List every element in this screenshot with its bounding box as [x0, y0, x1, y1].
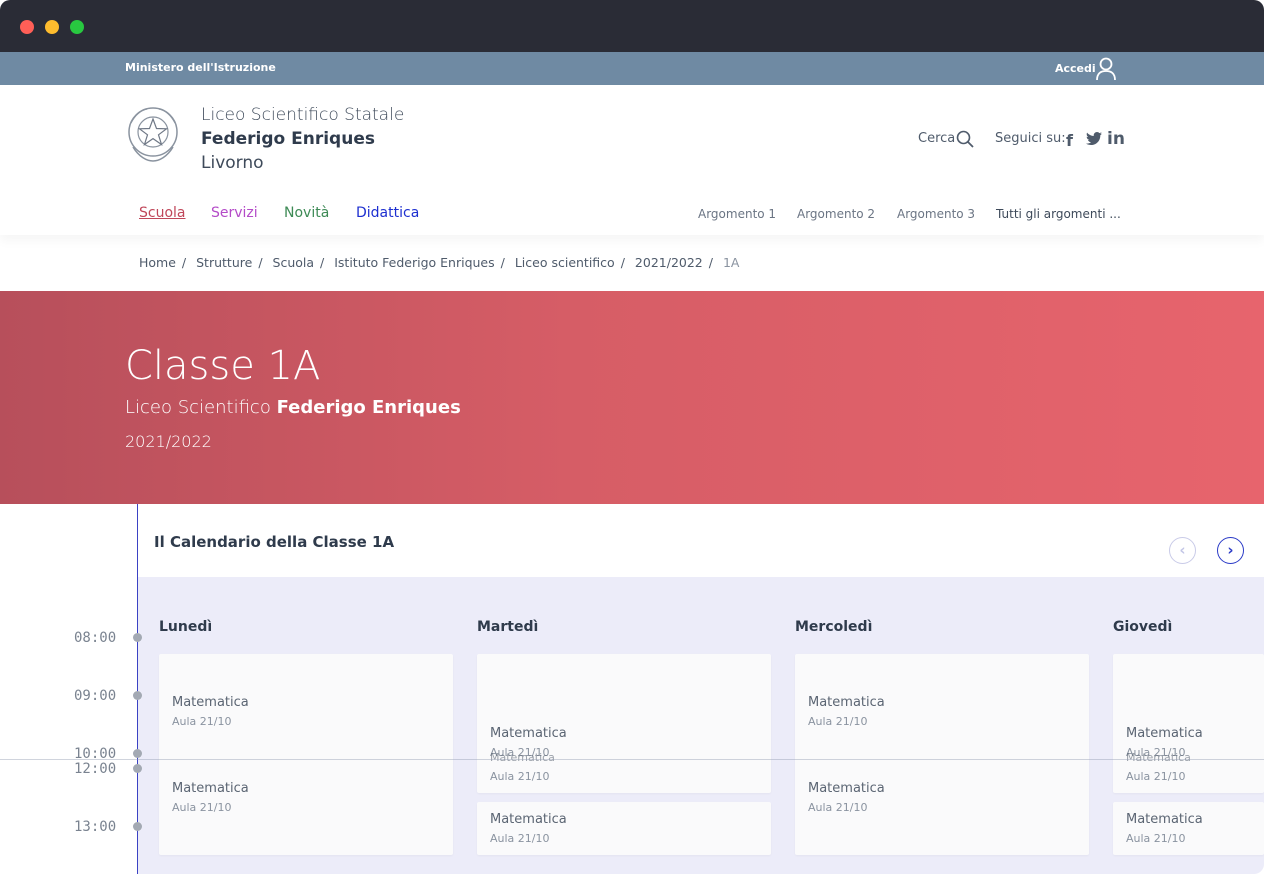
- lesson-subject: Matematica: [1126, 812, 1203, 827]
- day-tuesday: Martedì: [477, 619, 539, 635]
- topic-link-2[interactable]: Argomento 2: [797, 207, 875, 221]
- time-dot: [133, 764, 142, 773]
- lesson-subject: Matematica: [1126, 726, 1203, 741]
- topic-link-1[interactable]: Argomento 1: [698, 207, 776, 221]
- breadcrumb-liceo[interactable]: Liceo scientifico: [515, 255, 615, 270]
- time-dot: [133, 822, 142, 831]
- school-name[interactable]: Federigo Enriques: [201, 129, 375, 149]
- breadcrumb: Home / Strutture / Scuola / Istituto Federi…: [139, 255, 740, 270]
- lesson-card[interactable]: Matematica Aula 21/10: [1113, 802, 1264, 855]
- hero-subtitle-plain: Liceo Scientifico: [125, 397, 277, 418]
- lesson-card[interactable]: Matematica Aula 21/10 Matematica Aula 21…: [795, 654, 1089, 855]
- republic-emblem-icon: [128, 107, 178, 162]
- calendar-next-button[interactable]: ›: [1217, 537, 1244, 564]
- lesson-subject: Matematica: [808, 695, 885, 710]
- school-line-1[interactable]: Liceo Scientifico Statale: [201, 105, 404, 125]
- top-bar: Ministero dell'Istruzione Accedi: [0, 52, 1264, 85]
- follow-label: Seguici su:: [995, 131, 1066, 146]
- lesson-subject: Matematica: [490, 726, 567, 741]
- time-0900: 09:00: [74, 688, 117, 704]
- lesson-subject: Matematica: [490, 812, 567, 827]
- lesson-room: Aula 21/10: [808, 801, 868, 814]
- chevron-right-icon: ›: [1227, 541, 1234, 559]
- ministry-link[interactable]: Ministero dell'Istruzione: [125, 61, 276, 74]
- nav-servizi[interactable]: Servizi: [211, 205, 258, 221]
- calendar-prev-button[interactable]: ‹: [1169, 537, 1196, 564]
- browser-window: Ministero dell'Istruzione Accedi Liceo S…: [0, 0, 1264, 874]
- breadcrumb-current: 1A: [722, 255, 740, 270]
- search-icon[interactable]: [956, 130, 974, 148]
- twitter-icon[interactable]: [1085, 130, 1103, 148]
- hero-subtitle: Liceo Scientifico Federigo Enriques: [125, 397, 461, 418]
- lesson-room: Aula 21/10: [172, 801, 232, 814]
- all-topics-link[interactable]: Tutti gli argomenti ...: [996, 207, 1121, 221]
- breadcrumb-strutture[interactable]: Strutture: [196, 255, 252, 270]
- calendar-title: Il Calendario della Classe 1A: [154, 533, 395, 551]
- search-label[interactable]: Cerca: [918, 131, 955, 146]
- linkedin-icon[interactable]: in: [1107, 129, 1125, 149]
- breadcrumb-istituto[interactable]: Istituto Federigo Enriques: [334, 255, 494, 270]
- hero-banner: Classe 1A Liceo Scientifico Federigo Enr…: [0, 291, 1264, 504]
- time-0800: 08:00: [74, 630, 117, 646]
- maximize-window-button[interactable]: [70, 20, 84, 34]
- lesson-room: Aula 21/10: [172, 715, 232, 728]
- minimize-window-button[interactable]: [45, 20, 59, 34]
- lesson-card[interactable]: Matematica Aula 21/10 Matematica Aula 21…: [477, 654, 771, 793]
- breadcrumb-year[interactable]: 2021/2022: [635, 255, 703, 270]
- lesson-room: Aula 21/10: [1126, 832, 1186, 845]
- facebook-icon[interactable]: f: [1066, 131, 1073, 150]
- day-wednesday: Mercoledì: [795, 619, 873, 635]
- time-dot: [133, 633, 142, 642]
- lesson-subject-overlap: Matematica: [1126, 751, 1191, 764]
- lesson-room: Aula 21/10: [808, 715, 868, 728]
- nav-didattica[interactable]: Didattica: [356, 205, 419, 221]
- timeline-line: [137, 504, 138, 874]
- chevron-left-icon: ‹: [1179, 541, 1186, 559]
- lesson-room: Aula 21/10: [490, 832, 550, 845]
- topic-link-3[interactable]: Argomento 3: [897, 207, 975, 221]
- hero-subtitle-bold: Federigo Enriques: [276, 397, 461, 418]
- time-dot: [133, 749, 142, 758]
- breadcrumb-home[interactable]: Home: [139, 255, 176, 270]
- nav-novita[interactable]: Novità: [284, 205, 329, 221]
- lesson-room: Aula 21/10: [1126, 770, 1186, 783]
- page-title: Classe 1A: [125, 343, 321, 389]
- user-icon[interactable]: [1095, 57, 1117, 81]
- time-1300: 13:00: [74, 819, 117, 835]
- lesson-card[interactable]: Matematica Aula 21/10: [477, 802, 771, 855]
- hero-year: 2021/2022: [125, 432, 212, 451]
- day-monday: Lunedì: [159, 619, 213, 635]
- lesson-subject: Matematica: [172, 695, 249, 710]
- lesson-room: Aula 21/10: [490, 770, 550, 783]
- time-1200: 12:00: [74, 761, 117, 777]
- time-dot: [133, 691, 142, 700]
- window-titlebar: [0, 0, 1264, 52]
- day-thursday: Giovedì: [1113, 619, 1173, 635]
- lesson-subject: Matematica: [808, 781, 885, 796]
- school-city[interactable]: Livorno: [201, 153, 264, 173]
- login-link[interactable]: Accedi: [1055, 62, 1096, 75]
- site-header: Liceo Scientifico Statale Federigo Enriq…: [0, 85, 1264, 235]
- lesson-subject: Matematica: [172, 781, 249, 796]
- lesson-subject-overlap: Matematica: [490, 751, 555, 764]
- breadcrumb-scuola[interactable]: Scuola: [273, 255, 315, 270]
- time-gap-divider: [0, 759, 1264, 760]
- nav-scuola[interactable]: Scuola: [139, 205, 186, 221]
- lesson-card[interactable]: Matematica Aula 21/10 Matematica Aula 21…: [1113, 654, 1264, 793]
- lesson-card[interactable]: Matematica Aula 21/10 Matematica Aula 21…: [159, 654, 453, 855]
- close-window-button[interactable]: [20, 20, 34, 34]
